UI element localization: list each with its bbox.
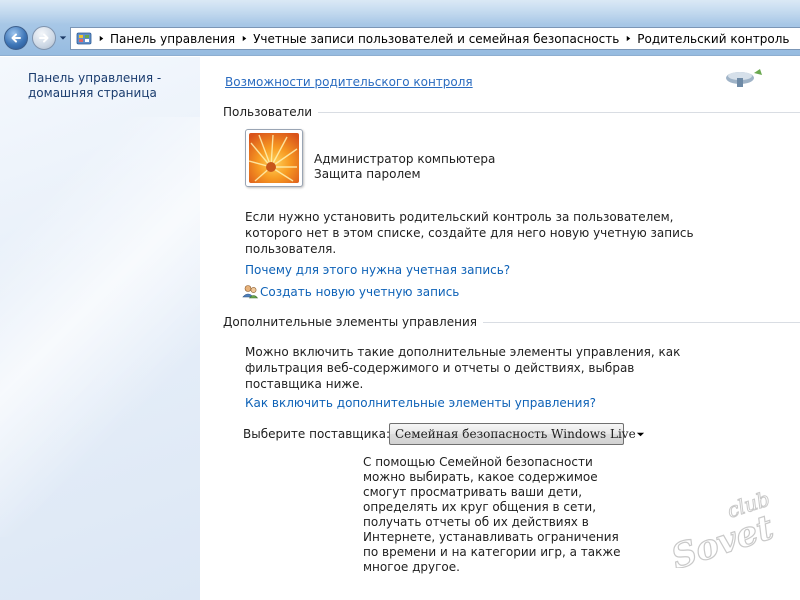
family-safety-logo-icon: [726, 69, 762, 87]
users-section-title: Пользователи: [223, 105, 313, 119]
breadcrumb-separator-icon[interactable]: [237, 28, 251, 49]
users-section-header: Пользователи: [223, 104, 800, 120]
arrow-left-icon: [11, 33, 21, 43]
additional-controls-info: Можно включить такие дополнительные элем…: [245, 344, 681, 392]
info-line: поставщика ниже.: [245, 377, 364, 391]
user-avatar: [249, 133, 299, 183]
control-panel-icon: [74, 28, 94, 49]
info-line: Можно включить такие дополнительные элем…: [245, 345, 681, 359]
description-line: по времени и на категории игр, а также: [363, 545, 621, 559]
description-line: получать отчеты об их действиях в: [363, 515, 589, 529]
additional-controls-title: Дополнительные элементы управления: [223, 315, 477, 329]
description-line: можно выбирать, какое содержимое: [363, 470, 598, 484]
section-divider: [318, 111, 800, 113]
description-line: Интернете, устанавливать ограничения: [363, 530, 619, 544]
breadcrumb-control-panel[interactable]: Панель управления: [108, 32, 237, 46]
chevron-down-icon: [59, 36, 67, 40]
why-account-needed-link[interactable]: Почему для этого нужна учетная запись?: [245, 263, 510, 277]
additional-controls-section-header: Дополнительные элементы управления: [223, 314, 800, 330]
forward-button[interactable]: [32, 26, 56, 50]
users-icon: [242, 285, 259, 299]
left-pane: Панель управления - домашняя страница: [0, 57, 200, 600]
provider-select[interactable]: Семейная безопасность Windows Live: [389, 423, 644, 445]
left-pane-decoration: [0, 117, 200, 537]
breadcrumb-user-accounts[interactable]: Учетные записи пользователей и семейная …: [251, 32, 621, 46]
title-bar-sheen: [0, 0, 800, 24]
user-name[interactable]: Администратор компьютера: [314, 152, 495, 166]
how-to-enable-controls-link[interactable]: Как включить дополнительные элементы упр…: [245, 396, 596, 410]
parental-controls-features-link[interactable]: Возможности родительского контроля: [225, 75, 473, 89]
info-line: пользователя.: [245, 242, 337, 256]
home-link-line: домашняя страница: [28, 86, 157, 100]
description-line: С помощью Семейной безопасности: [363, 455, 593, 469]
title-bar: Панель управления Учетные записи пользов…: [0, 0, 800, 56]
chevron-down-icon[interactable]: [636, 424, 645, 444]
control-panel-home-link[interactable]: Панель управления - домашняя страница: [28, 71, 188, 101]
user-status: Защита паролем: [314, 167, 421, 181]
provider-select-value: Семейная безопасность Windows Live: [395, 427, 636, 441]
create-account-row[interactable]: Создать новую учетную запись: [242, 284, 459, 300]
back-button[interactable]: [4, 26, 28, 50]
description-line: смогут просматривать ваши дети,: [363, 485, 583, 499]
info-line: которого нет в этом списке, создайте для…: [245, 226, 694, 240]
address-bar[interactable]: Панель управления Учетные записи пользов…: [70, 27, 800, 50]
breadcrumb-parental-controls[interactable]: Родительский контроль: [635, 32, 791, 46]
section-divider: [482, 321, 800, 323]
provider-description: С помощью Семейной безопасности можно вы…: [363, 455, 623, 575]
provider-label: Выберите поставщика:: [243, 427, 391, 441]
breadcrumb-separator-icon[interactable]: [94, 28, 108, 49]
create-account-info: Если нужно установить родительский контр…: [245, 209, 694, 257]
user-account-tile[interactable]: [245, 129, 303, 187]
description-line: многое другое.: [363, 560, 460, 574]
recent-pages-button[interactable]: [58, 33, 68, 43]
description-line: определять их круг общения в сети,: [363, 500, 597, 514]
create-new-account-link[interactable]: Создать новую учетную запись: [260, 285, 459, 299]
info-line: Если нужно установить родительский контр…: [245, 210, 674, 224]
arrow-right-icon: [39, 33, 49, 43]
info-line: фильтрация веб-содержимого и отчеты о де…: [245, 361, 635, 375]
breadcrumb-separator-icon[interactable]: [621, 28, 635, 49]
home-link-line: Панель управления -: [28, 71, 162, 85]
watermark-logo: club Sovet: [666, 488, 779, 568]
watermark-line2: Sovet: [667, 507, 779, 568]
